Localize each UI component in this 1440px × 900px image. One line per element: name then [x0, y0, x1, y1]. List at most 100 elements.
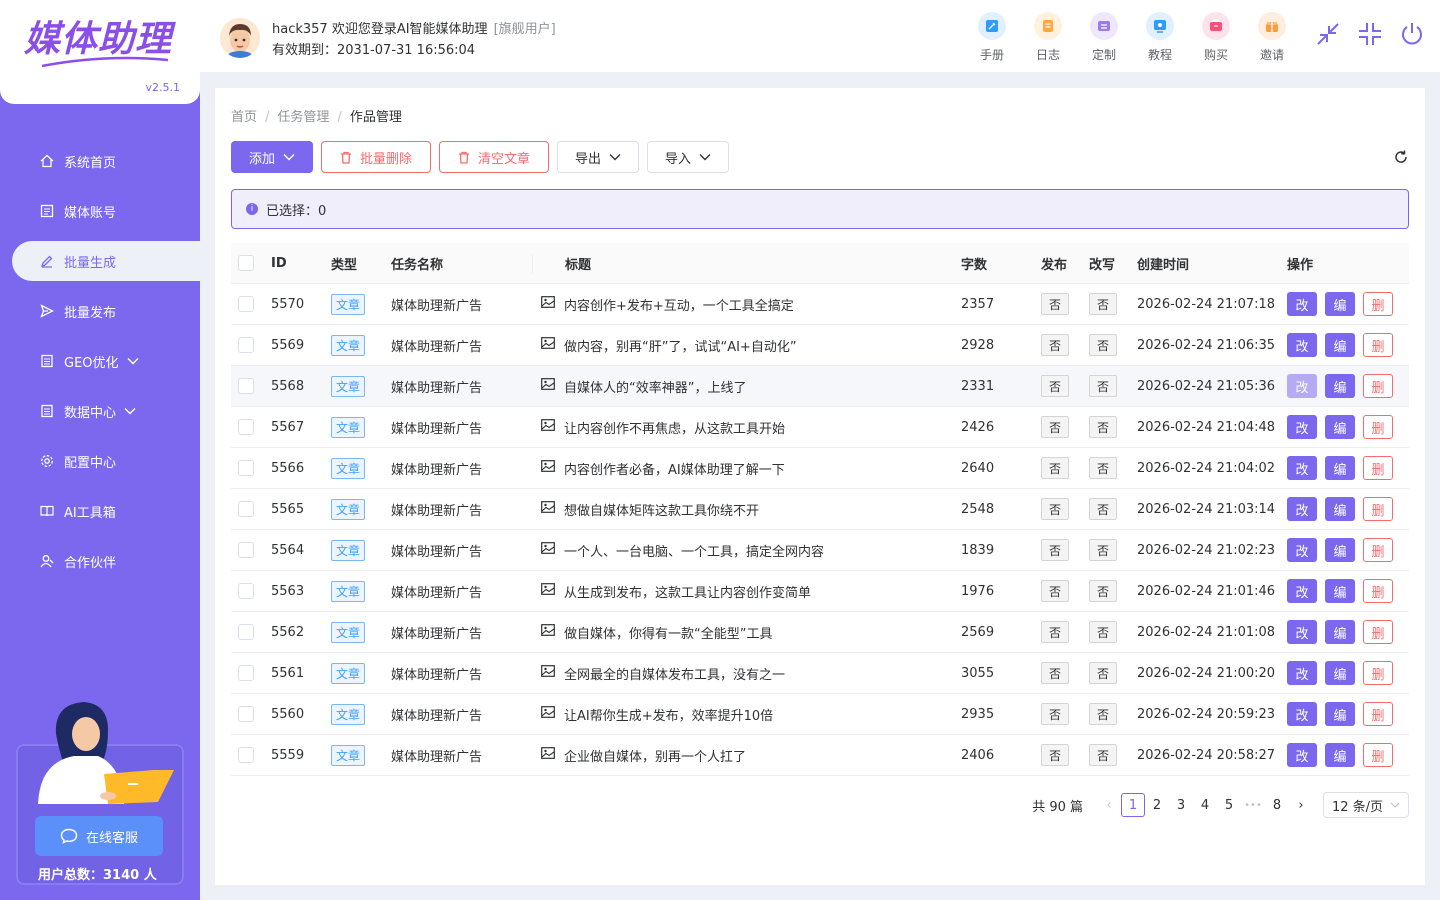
- table-row[interactable]: 5568 文章 媒体助理新广告 自媒体人的“效率神器”，上线了 2331 否否 2026-0…: [231, 366, 1409, 407]
- edit-button[interactable]: 编: [1325, 333, 1355, 357]
- sidebar-item-config[interactable]: 配置中心: [0, 441, 200, 481]
- sidebar-item-geo[interactable]: GEO优化: [0, 341, 200, 381]
- modify-button[interactable]: 改: [1287, 538, 1317, 562]
- edit-button[interactable]: 编: [1325, 497, 1355, 521]
- row-checkbox[interactable]: [238, 366, 254, 406]
- table-row[interactable]: 5569 文章 媒体助理新广告 做内容，别再“肝”了，试试“AI+自动化” 2928 否否…: [231, 325, 1409, 366]
- row-checkbox[interactable]: [238, 571, 254, 611]
- row-title[interactable]: 企业做自媒体，别再一个人扛了: [541, 735, 951, 775]
- modify-button[interactable]: 改: [1287, 456, 1317, 480]
- page-size-select[interactable]: 12 条/页: [1323, 792, 1409, 818]
- tool-invite[interactable]: 邀请: [1244, 12, 1300, 63]
- page-3[interactable]: 3: [1169, 793, 1193, 817]
- tool-manual[interactable]: 手册: [964, 12, 1020, 63]
- collapse-icon[interactable]: [1356, 20, 1384, 52]
- modify-button[interactable]: 改: [1287, 374, 1317, 398]
- minimize-arrows-icon[interactable]: [1314, 20, 1342, 52]
- edit-button[interactable]: 编: [1325, 456, 1355, 480]
- row-title[interactable]: 想做自媒体矩阵这款工具你绕不开: [541, 489, 951, 529]
- sidebar-item-accounts[interactable]: 媒体账号: [0, 191, 200, 231]
- page-2[interactable]: 2: [1145, 793, 1169, 817]
- table-row[interactable]: 5565 文章 媒体助理新广告 想做自媒体矩阵这款工具你绕不开 2548 否否 2026-0…: [231, 489, 1409, 530]
- breadcrumb-task[interactable]: 任务管理: [277, 110, 329, 125]
- page-1[interactable]: 1: [1121, 793, 1145, 817]
- delete-button[interactable]: 删: [1363, 579, 1393, 603]
- export-button[interactable]: 导出: [557, 141, 639, 173]
- table-row[interactable]: 5563 文章 媒体助理新广告 从生成到发布，这款工具让内容创作变简单 1976 否否 20…: [231, 571, 1409, 612]
- row-checkbox[interactable]: [238, 448, 254, 488]
- row-checkbox[interactable]: [238, 530, 254, 570]
- row-title[interactable]: 让AI帮你生成+发布，效率提升10倍: [541, 694, 951, 734]
- page-5[interactable]: 5: [1217, 793, 1241, 817]
- delete-button[interactable]: 删: [1363, 661, 1393, 685]
- row-checkbox[interactable]: [238, 284, 254, 324]
- row-checkbox[interactable]: [238, 489, 254, 529]
- sidebar-item-data-center[interactable]: 数据中心: [0, 391, 200, 431]
- row-checkbox[interactable]: [238, 612, 254, 652]
- modify-button[interactable]: 改: [1287, 415, 1317, 439]
- refresh-icon[interactable]: [1393, 149, 1409, 169]
- edit-button[interactable]: 编: [1325, 374, 1355, 398]
- tool-log[interactable]: 日志: [1020, 12, 1076, 63]
- edit-button[interactable]: 编: [1325, 415, 1355, 439]
- edit-button[interactable]: 编: [1325, 702, 1355, 726]
- power-icon[interactable]: [1398, 20, 1426, 52]
- modify-button[interactable]: 改: [1287, 497, 1317, 521]
- sidebar-item-partners[interactable]: 合作伙伴: [0, 541, 200, 581]
- row-checkbox[interactable]: [238, 407, 254, 447]
- delete-button[interactable]: 删: [1363, 415, 1393, 439]
- delete-button[interactable]: 删: [1363, 538, 1393, 562]
- table-row[interactable]: 5567 文章 媒体助理新广告 让内容创作不再焦虑，从这款工具开始 2426 否否 2026…: [231, 407, 1409, 448]
- online-service-button[interactable]: 在线客服: [35, 816, 163, 856]
- table-row[interactable]: 5561 文章 媒体助理新广告 全网最全的自媒体发布工具，没有之一 3055 否否 2026…: [231, 653, 1409, 694]
- sidebar-item-batch-publish[interactable]: 批量发布: [0, 291, 200, 331]
- row-checkbox[interactable]: [238, 325, 254, 365]
- table-row[interactable]: 5562 文章 媒体助理新广告 做自媒体，你得有一款“全能型”工具 2569 否否 2026…: [231, 612, 1409, 653]
- page-ellipsis[interactable]: •••: [1241, 793, 1265, 817]
- edit-button[interactable]: 编: [1325, 620, 1355, 644]
- tool-tutorial[interactable]: 教程: [1132, 12, 1188, 63]
- row-checkbox[interactable]: [238, 694, 254, 734]
- avatar[interactable]: [220, 18, 260, 58]
- modify-button[interactable]: 改: [1287, 702, 1317, 726]
- table-row[interactable]: 5570 文章 媒体助理新广告 内容创作+发布+互动，一个工具全搞定 2357 否否 202…: [231, 284, 1409, 325]
- edit-button[interactable]: 编: [1325, 743, 1355, 767]
- modify-button[interactable]: 改: [1287, 333, 1317, 357]
- modify-button[interactable]: 改: [1287, 661, 1317, 685]
- delete-button[interactable]: 删: [1363, 456, 1393, 480]
- modify-button[interactable]: 改: [1287, 579, 1317, 603]
- modify-button[interactable]: 改: [1287, 292, 1317, 316]
- table-row[interactable]: 5566 文章 媒体助理新广告 内容创作者必备，AI媒体助理了解一下 2640 否否 202…: [231, 448, 1409, 489]
- sidebar-item-home[interactable]: 系统首页: [0, 141, 200, 181]
- sidebar-item-batch-generate[interactable]: 批量生成: [12, 241, 200, 281]
- delete-button[interactable]: 删: [1363, 497, 1393, 521]
- add-button[interactable]: 添加: [231, 141, 313, 173]
- next-page-icon[interactable]: ›: [1289, 793, 1313, 817]
- edit-button[interactable]: 编: [1325, 579, 1355, 603]
- row-title[interactable]: 自媒体人的“效率神器”，上线了: [541, 366, 951, 406]
- delete-button[interactable]: 删: [1363, 620, 1393, 644]
- row-title[interactable]: 内容创作者必备，AI媒体助理了解一下: [541, 448, 951, 488]
- row-checkbox[interactable]: [238, 653, 254, 693]
- prev-page-icon[interactable]: ‹: [1097, 793, 1121, 817]
- row-title[interactable]: 让内容创作不再焦虑，从这款工具开始: [541, 407, 951, 447]
- modify-button[interactable]: 改: [1287, 743, 1317, 767]
- batch-delete-button[interactable]: 批量删除: [321, 141, 431, 173]
- row-title[interactable]: 内容创作+发布+互动，一个工具全搞定: [541, 284, 951, 324]
- edit-button[interactable]: 编: [1325, 661, 1355, 685]
- clear-articles-button[interactable]: 清空文章: [439, 141, 549, 173]
- table-row[interactable]: 5559 文章 媒体助理新广告 企业做自媒体，别再一个人扛了 2406 否否 2026-02…: [231, 735, 1409, 776]
- import-button[interactable]: 导入: [647, 141, 729, 173]
- row-checkbox[interactable]: [238, 735, 254, 775]
- tool-buy[interactable]: 购买: [1188, 12, 1244, 63]
- delete-button[interactable]: 删: [1363, 743, 1393, 767]
- table-row[interactable]: 5560 文章 媒体助理新广告 让AI帮你生成+发布，效率提升10倍 2935 否否 202…: [231, 694, 1409, 735]
- delete-button[interactable]: 删: [1363, 292, 1393, 316]
- page-4[interactable]: 4: [1193, 793, 1217, 817]
- delete-button[interactable]: 删: [1363, 374, 1393, 398]
- sidebar-item-ai-tools[interactable]: AI工具箱: [0, 491, 200, 531]
- tool-custom[interactable]: 定制: [1076, 12, 1132, 63]
- row-title[interactable]: 一个人、一台电脑、一个工具，搞定全网内容: [541, 530, 951, 570]
- row-title[interactable]: 全网最全的自媒体发布工具，没有之一: [541, 653, 951, 693]
- row-title[interactable]: 做自媒体，你得有一款“全能型”工具: [541, 612, 951, 652]
